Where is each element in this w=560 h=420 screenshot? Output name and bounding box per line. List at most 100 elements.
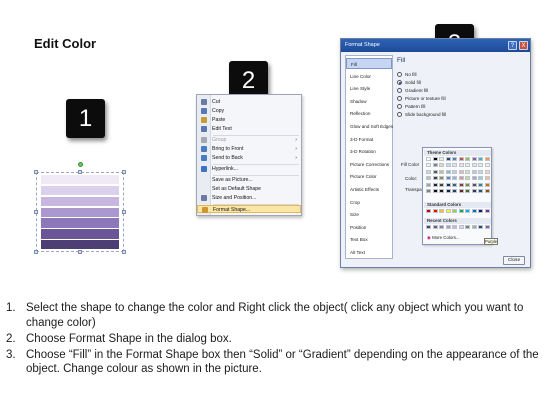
shape-band[interactable] xyxy=(40,206,120,218)
color-swatch[interactable] xyxy=(458,169,464,174)
shape-band[interactable] xyxy=(40,184,120,197)
menu-item[interactable]: Save as Picture... xyxy=(197,176,301,184)
color-swatch[interactable] xyxy=(426,176,431,180)
nav-item[interactable]: 3-D Format xyxy=(346,134,392,145)
menu-item[interactable]: Paste xyxy=(197,116,301,124)
radio-button[interactable] xyxy=(397,112,402,118)
nav-item[interactable]: Picture Color xyxy=(346,171,392,182)
color-swatch[interactable] xyxy=(426,163,431,167)
nav-item[interactable]: Crop xyxy=(346,197,392,208)
fill-option[interactable]: Picture or texture fill xyxy=(397,95,446,102)
help-button[interactable]: ? xyxy=(508,41,517,50)
color-swatch[interactable] xyxy=(465,225,470,229)
color-swatch[interactable] xyxy=(465,163,470,167)
close-button[interactable]: Close xyxy=(503,256,525,265)
resize-handle[interactable] xyxy=(34,250,38,254)
shape-band[interactable] xyxy=(40,217,120,229)
nav-item[interactable]: 3-D Rotation xyxy=(346,146,392,157)
color-swatch[interactable] xyxy=(484,225,490,229)
color-swatch[interactable] xyxy=(439,189,444,193)
radio-button[interactable] xyxy=(397,72,402,78)
nav-item[interactable]: Shadow xyxy=(346,96,392,107)
color-swatch[interactable] xyxy=(452,182,457,187)
menu-item[interactable]: Set as Default Shape xyxy=(197,185,301,193)
color-swatch[interactable] xyxy=(452,163,457,167)
color-swatch[interactable] xyxy=(471,163,477,167)
shape-band[interactable] xyxy=(40,174,120,186)
color-swatch[interactable] xyxy=(432,157,438,161)
menu-item[interactable]: Size and Position... xyxy=(197,194,301,202)
shape-band[interactable] xyxy=(40,195,120,208)
color-swatch[interactable] xyxy=(426,189,431,193)
color-swatch[interactable] xyxy=(478,209,483,213)
menu-item[interactable]: Copy xyxy=(197,107,301,115)
color-swatch[interactable] xyxy=(471,182,477,187)
fill-option[interactable]: Solid fill xyxy=(397,79,421,86)
color-swatch[interactable] xyxy=(432,182,438,187)
color-swatch[interactable] xyxy=(465,157,470,161)
color-swatch[interactable] xyxy=(465,182,470,187)
shape-bands[interactable] xyxy=(40,174,120,251)
radio-button[interactable] xyxy=(397,96,402,102)
color-swatch[interactable] xyxy=(471,209,477,213)
color-swatch[interactable] xyxy=(445,209,451,213)
color-swatch[interactable] xyxy=(478,189,483,193)
color-swatch[interactable] xyxy=(484,163,490,167)
color-swatch[interactable] xyxy=(452,225,457,229)
color-swatch[interactable] xyxy=(445,163,451,167)
color-swatch[interactable] xyxy=(426,209,431,213)
fill-option[interactable]: Gradient fill xyxy=(397,87,428,94)
color-swatch[interactable] xyxy=(478,157,483,161)
resize-handle[interactable] xyxy=(34,170,38,174)
color-swatch[interactable] xyxy=(426,182,431,187)
shape-band[interactable] xyxy=(40,239,120,251)
color-swatch[interactable] xyxy=(439,225,444,229)
resize-handle[interactable] xyxy=(78,170,82,174)
nav-item[interactable]: Size xyxy=(346,209,392,220)
menu-item[interactable]: Cut xyxy=(197,98,301,106)
color-swatch[interactable] xyxy=(439,182,444,187)
nav-item[interactable]: Reflection xyxy=(346,108,392,119)
more-colors-link[interactable]: ◉ More Colors... xyxy=(427,235,460,241)
color-swatch[interactable] xyxy=(484,182,490,187)
color-swatch[interactable] xyxy=(432,169,438,174)
color-swatch[interactable] xyxy=(458,157,464,161)
close-icon[interactable]: X xyxy=(519,41,528,50)
fill-option[interactable]: Pattern fill xyxy=(397,103,425,110)
menu-item[interactable]: Format Shape... xyxy=(197,205,301,213)
fill-option[interactable]: No fill xyxy=(397,71,417,78)
color-swatch[interactable] xyxy=(484,209,490,213)
color-swatch[interactable] xyxy=(465,209,470,213)
color-swatch[interactable] xyxy=(426,169,431,174)
color-swatch[interactable] xyxy=(439,169,444,174)
nav-item[interactable]: Position xyxy=(346,222,392,233)
color-swatch[interactable] xyxy=(478,225,483,229)
color-swatch[interactable] xyxy=(471,176,477,180)
color-swatch[interactable] xyxy=(439,176,444,180)
color-swatch[interactable] xyxy=(471,225,477,229)
color-swatch[interactable] xyxy=(432,209,438,213)
color-swatch[interactable] xyxy=(465,189,470,193)
menu-item[interactable]: Bring to Front › xyxy=(197,145,301,153)
color-swatch[interactable] xyxy=(432,225,438,229)
color-swatch[interactable] xyxy=(439,209,444,213)
color-swatch[interactable] xyxy=(452,157,457,161)
color-swatch[interactable] xyxy=(478,163,483,167)
color-swatch[interactable] xyxy=(432,189,438,193)
radio-button[interactable] xyxy=(397,88,402,94)
color-swatch[interactable] xyxy=(445,176,451,180)
resize-handle[interactable] xyxy=(122,170,126,174)
radio-button[interactable] xyxy=(397,80,402,86)
color-swatch[interactable] xyxy=(445,157,451,161)
color-swatch[interactable] xyxy=(478,176,483,180)
nav-item[interactable]: Glow and Soft Edges xyxy=(346,121,393,132)
color-swatch[interactable] xyxy=(458,163,464,167)
nav-item[interactable]: Fill xyxy=(346,58,392,69)
color-swatch[interactable] xyxy=(471,189,477,193)
color-swatch[interactable] xyxy=(458,189,464,193)
color-swatch[interactable] xyxy=(445,182,451,187)
color-swatch[interactable] xyxy=(439,163,444,167)
menu-item[interactable]: Hyperlink... xyxy=(197,165,301,173)
color-swatch[interactable] xyxy=(465,176,470,180)
color-swatch[interactable] xyxy=(445,225,451,229)
